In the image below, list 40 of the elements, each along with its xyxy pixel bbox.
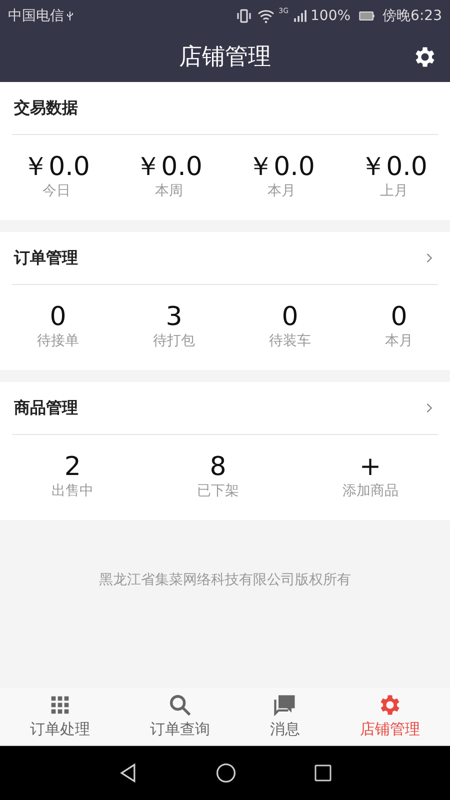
stat-value: ￥0.0	[248, 152, 315, 182]
stat-label: 本月	[267, 182, 296, 202]
stat-value: ￥0.0	[22, 152, 90, 182]
stat-label: 待打包	[153, 332, 195, 352]
stat-value: 2	[64, 452, 81, 482]
carrier-name: 中国电信	[8, 6, 64, 26]
stat-label: 出售中	[52, 482, 94, 502]
wifi-icon	[256, 7, 275, 25]
stat-label: 上月	[380, 182, 408, 202]
stat-value: 0	[390, 302, 408, 332]
nav-tab[interactable]: 订单查询	[120, 688, 240, 745]
vibrate-icon	[234, 7, 253, 25]
clock-time: 傍晚6:23	[382, 6, 442, 26]
section-title: 商品管理	[14, 397, 78, 419]
nav-tab[interactable]: 店铺管理	[330, 688, 450, 745]
home-icon[interactable]	[215, 762, 237, 784]
section-title: 订单管理	[14, 247, 78, 269]
nav-tab[interactable]: 订单处理	[0, 688, 120, 745]
stat-value: 0	[282, 302, 298, 332]
copyright-text: 黑龙江省集菜网络科技有限公司版权所有	[99, 571, 351, 590]
section-title: 交易数据	[14, 97, 78, 119]
stat-label: 今日	[42, 182, 70, 202]
stat-label: 已下架	[196, 482, 239, 502]
stat-value: ￥0.0	[135, 152, 202, 182]
battery-percent: 100%	[310, 6, 351, 26]
stat-value: ￥0.0	[360, 152, 428, 182]
page-title: 店铺管理	[179, 42, 271, 72]
stat-value: +	[359, 452, 382, 482]
stat-label: 本周	[154, 182, 183, 202]
stat-value: 3	[166, 302, 182, 332]
stat-value: 0	[50, 302, 66, 332]
stat-label: 添加商品	[342, 482, 398, 502]
stat-value: 8	[210, 452, 226, 482]
stat-label: 待装车	[269, 332, 311, 352]
nav-tab[interactable]: 消息	[240, 688, 330, 745]
search-icon	[167, 692, 193, 718]
signal-icon	[292, 8, 307, 24]
recents-icon[interactable]	[313, 763, 333, 783]
stat-label: 本月	[385, 332, 413, 352]
stat-label: 待接单	[37, 332, 79, 352]
